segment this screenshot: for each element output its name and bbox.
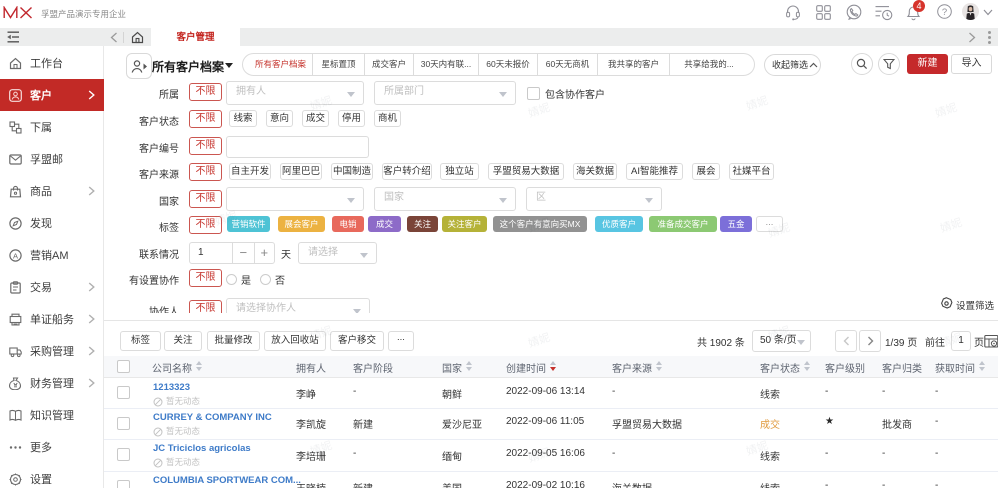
svg-text:?: ? (942, 7, 947, 18)
svg-text:A: A (13, 251, 18, 260)
